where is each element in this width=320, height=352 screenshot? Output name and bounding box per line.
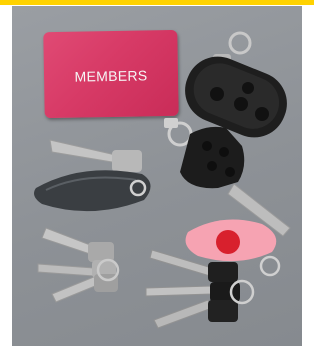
smart-key-fob <box>185 31 287 138</box>
silver-keys-bunch <box>37 227 120 303</box>
keys-illustration <box>34 31 291 329</box>
metal-key-ring <box>164 118 193 147</box>
black-keys-bunch <box>145 249 255 329</box>
yellow-top-bar <box>0 0 314 5</box>
image-frame: MEMBERS <box>0 0 314 352</box>
keys-photo: MEMBERS <box>12 6 302 346</box>
grey-oval-key <box>34 139 151 212</box>
